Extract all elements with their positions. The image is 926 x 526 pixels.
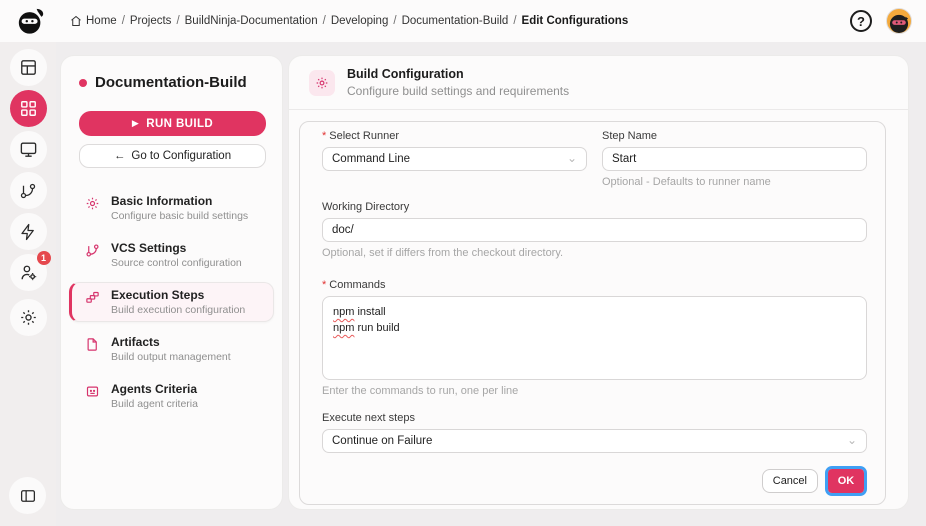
working-directory-input[interactable]: doc/ bbox=[322, 218, 867, 242]
cancel-button[interactable]: Cancel bbox=[761, 469, 818, 493]
nav-label: VCS Settings bbox=[111, 241, 187, 255]
build-title: Documentation-Build bbox=[95, 74, 247, 91]
ok-focus-ring: OK bbox=[825, 466, 867, 496]
breadcrumb-build[interactable]: Documentation-Build bbox=[402, 15, 509, 27]
breadcrumb-subproject[interactable]: Developing bbox=[331, 15, 389, 27]
required-marker: * bbox=[322, 279, 327, 291]
dashboard-icon[interactable] bbox=[9, 49, 47, 86]
ok-button[interactable]: OK bbox=[828, 469, 864, 493]
goto-configuration-label: Go to Configuration bbox=[131, 150, 232, 162]
build-config-icon bbox=[309, 69, 335, 96]
panel-title: Build Configuration bbox=[347, 67, 464, 81]
breadcrumb-separator: / bbox=[121, 15, 125, 27]
file-icon bbox=[87, 338, 97, 351]
branch-icon bbox=[86, 244, 99, 257]
nav-desc: Source control configuration bbox=[111, 257, 242, 269]
avatar[interactable] bbox=[886, 8, 912, 34]
commands-helper: Enter the commands to run, one per line bbox=[322, 385, 519, 397]
select-runner-label: * Select Runner bbox=[322, 130, 399, 142]
chevron-down-icon: ⌄ bbox=[566, 150, 577, 165]
breadcrumb-separator: / bbox=[322, 15, 326, 27]
breadcrumb-separator: / bbox=[513, 15, 517, 27]
nav-label: Artifacts bbox=[111, 335, 160, 349]
chevron-down-icon: ⌄ bbox=[846, 432, 857, 447]
breadcrumb-project[interactable]: BuildNinja-Documentation bbox=[185, 15, 318, 27]
required-marker: * bbox=[322, 130, 327, 142]
status-dot bbox=[79, 78, 87, 87]
build-sidebar: Documentation-Build ▶ RUN BUILD ← Go to … bbox=[60, 55, 283, 510]
help-icon[interactable]: ? bbox=[850, 10, 872, 32]
form-footer: Cancel OK bbox=[322, 466, 867, 496]
runner-select[interactable]: Command Line ⌄ bbox=[322, 147, 587, 171]
steps-icon bbox=[86, 291, 99, 303]
vcs-branch-icon[interactable] bbox=[9, 172, 47, 209]
gear-icon bbox=[86, 197, 99, 210]
working-directory-value: doc/ bbox=[332, 224, 354, 236]
nav-desc: Build agent criteria bbox=[111, 398, 198, 410]
execute-next-steps-label: Execute next steps bbox=[322, 412, 415, 424]
nav-item-execution-steps[interactable]: Execution Steps Build execution configur… bbox=[69, 282, 274, 322]
breadcrumb-home[interactable]: Home bbox=[70, 15, 117, 27]
zap-icon[interactable] bbox=[9, 213, 47, 250]
nav-label: Agents Criteria bbox=[111, 382, 198, 396]
projects-grid-icon[interactable] bbox=[9, 90, 47, 127]
working-directory-helper: Optional, set if differs from the checko… bbox=[322, 247, 564, 259]
avatar-ninja-icon bbox=[889, 14, 909, 33]
topbar-actions: ? bbox=[850, 8, 912, 34]
breadcrumb-separator: / bbox=[393, 15, 397, 27]
working-directory-label: Working Directory bbox=[322, 201, 410, 213]
nav-desc: Configure basic build settings bbox=[111, 210, 249, 222]
config-nav: Basic Information Configure basic build … bbox=[61, 188, 282, 416]
back-arrow-icon: ← bbox=[113, 150, 126, 162]
notification-badge: 1 bbox=[36, 251, 51, 265]
nav-desc: Build execution configuration bbox=[111, 304, 246, 316]
execute-next-steps-value: Continue on Failure bbox=[332, 435, 433, 447]
execute-next-steps-select[interactable]: Continue on Failure ⌄ bbox=[322, 429, 867, 453]
run-build-label: RUN BUILD bbox=[146, 117, 214, 130]
nav-label: Execution Steps bbox=[111, 288, 205, 302]
nav-item-vcs-settings[interactable]: VCS Settings Source control configuratio… bbox=[69, 235, 274, 275]
agent-icon bbox=[86, 386, 99, 397]
nav-label: Basic Information bbox=[111, 194, 213, 208]
build-title-row: Documentation-Build bbox=[61, 70, 282, 91]
step-name-value: Start bbox=[612, 153, 637, 165]
commands-textarea[interactable]: npm install npm run build bbox=[322, 296, 867, 380]
build-configuration-panel: Build Configuration Configure build sett… bbox=[288, 55, 909, 510]
breadcrumb-separator: / bbox=[176, 15, 180, 27]
run-build-button[interactable]: ▶ RUN BUILD bbox=[79, 111, 266, 136]
step-name-label: Step Name bbox=[602, 130, 658, 142]
step-name-helper: Optional - Defaults to runner name bbox=[602, 176, 771, 188]
commands-label: * Commands bbox=[322, 279, 386, 291]
buildninja-logo[interactable] bbox=[14, 4, 48, 38]
help-glyph: ? bbox=[857, 13, 865, 29]
topbar: Home / Projects / BuildNinja-Documentati… bbox=[0, 0, 926, 42]
breadcrumb-current: Edit Configurations bbox=[521, 15, 629, 27]
step-name-input[interactable]: Start bbox=[602, 147, 867, 171]
ninja-logo-icon bbox=[18, 8, 44, 34]
goto-configuration-button[interactable]: ← Go to Configuration bbox=[79, 144, 266, 168]
play-icon: ▶ bbox=[131, 118, 140, 128]
home-icon bbox=[71, 15, 81, 26]
nav-item-artifacts[interactable]: Artifacts Build output management bbox=[69, 329, 274, 369]
icon-rail: 1 bbox=[0, 42, 56, 526]
collapse-panel-icon[interactable] bbox=[9, 477, 46, 514]
nav-item-basic-information[interactable]: Basic Information Configure basic build … bbox=[69, 188, 274, 228]
settings-gear-icon[interactable] bbox=[9, 299, 47, 336]
users-settings-icon[interactable]: 1 bbox=[9, 251, 51, 291]
panel-subtitle: Configure build settings and requirement… bbox=[347, 84, 570, 98]
panel-header: Build Configuration Configure build sett… bbox=[289, 56, 908, 110]
nav-item-agents-criteria[interactable]: Agents Criteria Build agent criteria bbox=[69, 376, 274, 416]
agents-monitor-icon[interactable] bbox=[9, 131, 47, 168]
nav-desc: Build output management bbox=[111, 351, 231, 363]
breadcrumb-projects[interactable]: Projects bbox=[130, 15, 172, 27]
breadcrumb: Home / Projects / BuildNinja-Documentati… bbox=[70, 15, 628, 27]
runner-select-value: Command Line bbox=[332, 153, 410, 165]
breadcrumb-home-label: Home bbox=[86, 15, 117, 27]
step-edit-form: * Select Runner Command Line ⌄ Step Name … bbox=[299, 121, 886, 505]
